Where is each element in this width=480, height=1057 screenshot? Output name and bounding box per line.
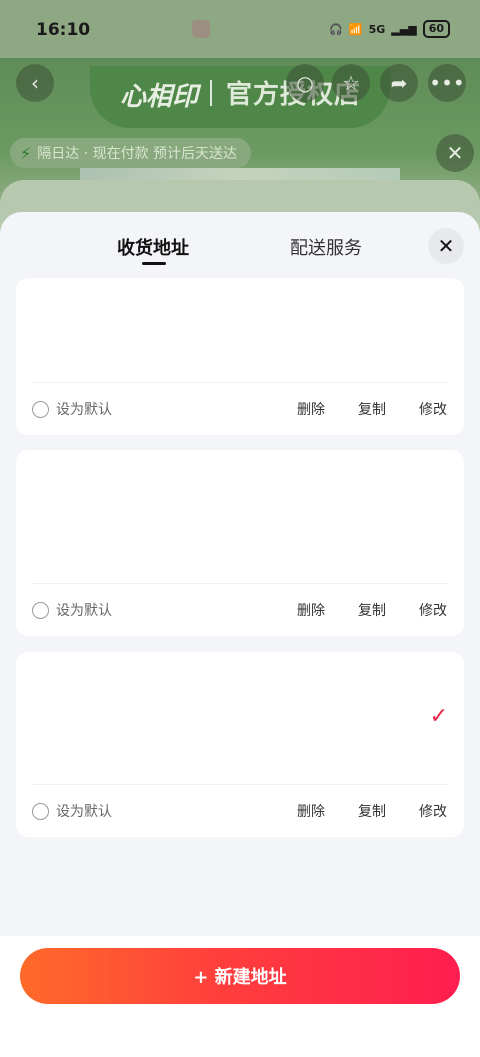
set-default-label[interactable]: 设为默认 [56,399,112,419]
notification-app-icon [192,20,210,38]
edit-button[interactable]: 修改 [419,600,447,620]
banner-divider [210,80,212,106]
star-icon: ☆ [342,71,360,95]
card-divider [32,583,448,584]
close-icon: ✕ [446,141,464,165]
signal-icon: ▂▄▆ [391,22,417,36]
search-button[interactable]: ○ [286,64,324,102]
battery-icon: 60 [422,20,450,38]
headphones-icon: 🎧 [329,22,343,36]
check-icon: ✓ [429,704,448,729]
more-button[interactable]: ••• [428,64,466,102]
status-time: 16:10 [36,20,91,40]
address-sheet: 收货地址 配送服务 ✕ 设为默认 删除 复制 修改 设为默认 删除 复制 修改 … [0,212,480,1057]
delete-button[interactable]: 删除 [297,399,325,419]
chevron-left-icon: ‹ [31,71,39,95]
address-card-selected[interactable]: ✓ 设为默认 删除 复制 修改 [16,652,464,837]
close-sheet-button[interactable]: ✕ [428,228,464,264]
set-default-label[interactable]: 设为默认 [56,801,112,821]
bolt-icon: ⚡ [20,143,32,163]
status-bar: 16:10 🎧 📶 5G ▂▄▆ 60 [0,0,480,58]
edit-button[interactable]: 修改 [419,399,447,419]
tab-delivery-service[interactable]: 配送服务 [290,234,362,260]
new-address-button[interactable]: + 新建地址 [20,948,460,1004]
signal-label: 5G [368,22,386,36]
default-radio[interactable] [32,802,49,820]
brand-logo: 心相印 [120,82,199,112]
status-icons: 🎧 📶 5G ▂▄▆ 60 [329,20,450,38]
wifi-icon: 📶 [348,22,363,36]
copy-button[interactable]: 复制 [358,600,386,620]
back-button[interactable]: ‹ [16,64,54,102]
sheet-tabs: 收货地址 配送服务 ✕ [0,212,480,272]
search-icon: ○ [296,71,314,95]
delete-button[interactable]: 删除 [297,801,325,821]
delete-button[interactable]: 删除 [297,600,325,620]
more-icon: ••• [429,71,465,95]
address-card[interactable]: 设为默认 删除 复制 修改 [16,450,464,636]
delivery-badge: ⚡ 隔日达 · 现在付款 预计后天送达 [10,138,252,168]
card-divider [32,382,448,383]
tab-shipping-address[interactable]: 收货地址 [117,234,189,260]
bottom-action-bar: + 新建地址 [0,936,480,1057]
delivery-badge-text: 隔日达 · 现在付款 预计后天送达 [37,146,238,162]
share-icon: ➦ [390,71,408,95]
edit-button[interactable]: 修改 [419,801,447,821]
default-radio[interactable] [32,601,49,619]
close-icon: ✕ [437,234,455,258]
favorite-button[interactable]: ☆ [332,64,370,102]
card-divider [32,784,448,785]
set-default-label[interactable]: 设为默认 [56,600,112,620]
card-actions: 设为默认 删除 复制 修改 [16,585,464,635]
active-tab-indicator [142,262,166,265]
copy-button[interactable]: 复制 [358,399,386,419]
address-card[interactable]: 设为默认 删除 复制 修改 [16,278,464,435]
copy-button[interactable]: 复制 [358,801,386,821]
close-overlay-button[interactable]: ✕ [436,134,474,172]
share-button[interactable]: ➦ [380,64,418,102]
default-radio[interactable] [32,400,49,418]
card-actions: 设为默认 删除 复制 修改 [16,384,464,434]
card-actions: 设为默认 删除 复制 修改 [16,786,464,836]
